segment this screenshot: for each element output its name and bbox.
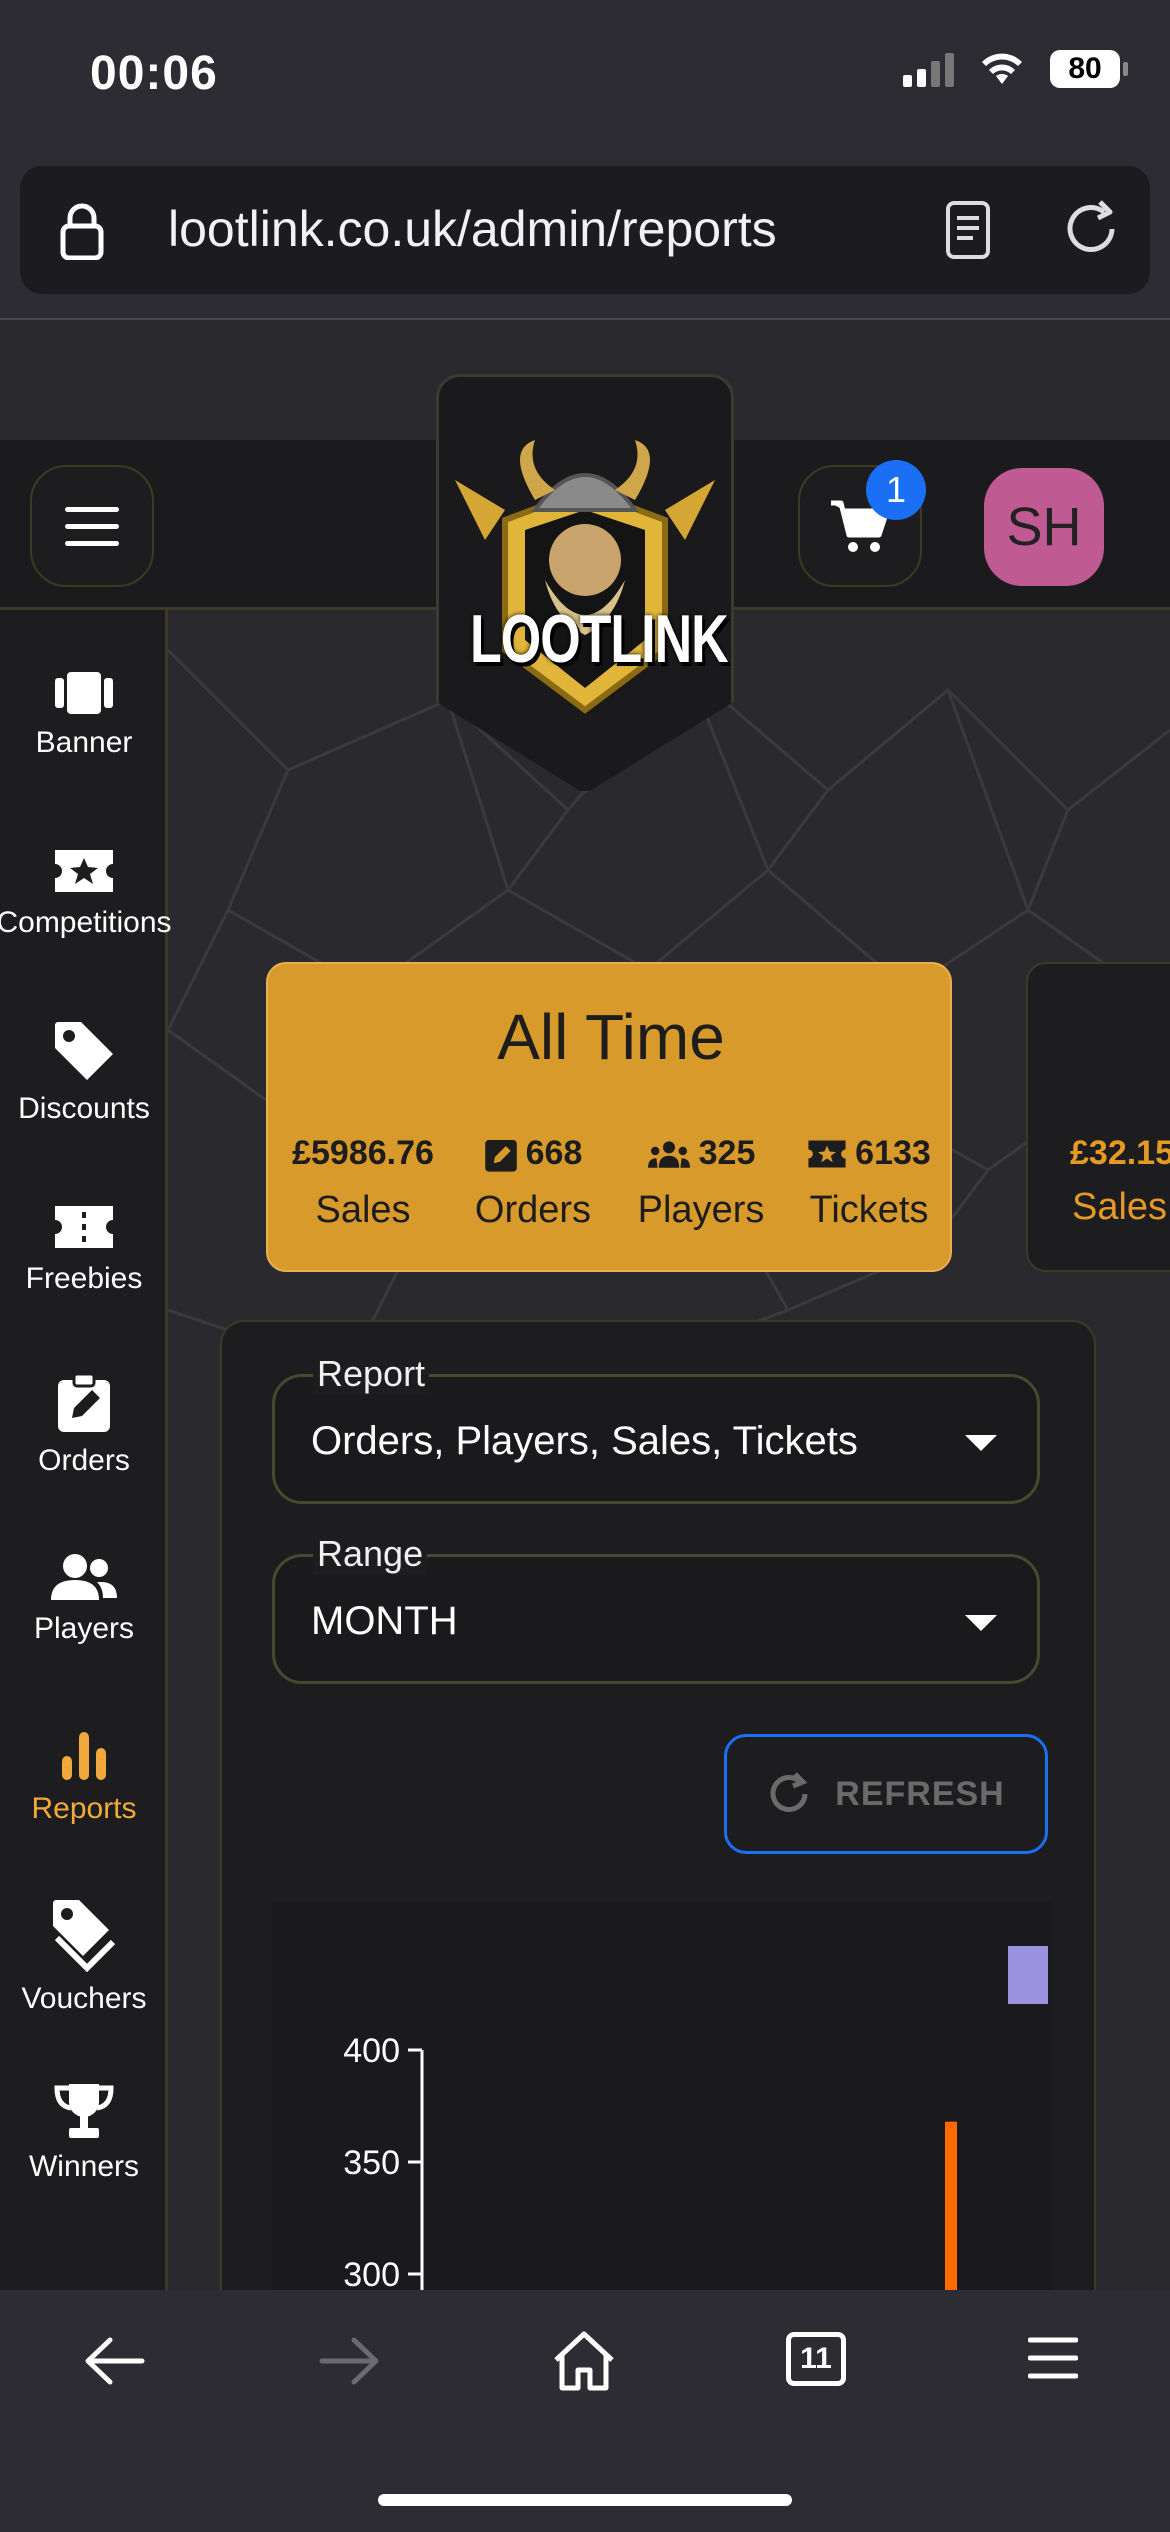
sidebar-item-vouchers[interactable]: Vouchers — [0, 1898, 168, 2016]
status-time: 00:06 — [90, 47, 218, 100]
home-icon[interactable] — [550, 2330, 618, 2392]
tag-icon — [55, 1022, 113, 1080]
banner-icon — [55, 672, 113, 714]
user-avatar[interactable]: SH — [984, 468, 1104, 586]
range-select-value: MONTH — [311, 1599, 458, 1643]
sidebar-item-competitions[interactable]: Competitions — [0, 846, 172, 940]
sidebar-item-label: Freebies — [25, 1262, 143, 1295]
star-ticket-icon — [55, 850, 113, 892]
stat-value: 6133 — [855, 1134, 931, 1172]
report-select-label: Report — [313, 1353, 430, 1395]
stat-orders: 668 Orders — [458, 1134, 608, 1232]
y-tick-label: 300 — [343, 2256, 400, 2290]
legend-swatch[interactable] — [1008, 1946, 1048, 2004]
card-title: All Time — [497, 1001, 725, 1073]
next-summary-card[interactable]: £32.15 Sales — [1026, 962, 1170, 1272]
stat-value: 325 — [698, 1134, 756, 1172]
sidebar-item-label: Banner — [35, 726, 133, 759]
refresh-icon — [770, 1772, 808, 1812]
reload-icon[interactable] — [1060, 198, 1122, 260]
wifi-icon — [982, 53, 1022, 84]
sidebar-item-label: Orders — [38, 1444, 130, 1477]
sidebar-item-label: Vouchers — [21, 1982, 147, 2015]
report-chart: 400 350 300 — [272, 1902, 1052, 2290]
hamburger-line — [65, 540, 119, 546]
all-time-summary-card[interactable]: All Time £5986.76 Sales 668 Orders 325 P… — [266, 962, 952, 1272]
bar-chart-icon — [62, 1732, 106, 1780]
sidebar-item-reports[interactable]: Reports — [0, 1730, 168, 1826]
refresh-button[interactable]: REFRESH — [724, 1734, 1048, 1854]
hamburger-icon — [65, 506, 119, 512]
stat-value: 668 — [525, 1134, 583, 1172]
sidebar-item-banner[interactable]: Banner — [0, 670, 168, 760]
cart-count-badge: 1 — [866, 460, 926, 520]
sidebar-item-label: Winners — [28, 2150, 140, 2183]
sidebar-item-label: Competitions — [0, 906, 172, 939]
range-select[interactable]: Range MONTH — [272, 1533, 1040, 1684]
sidebar-item-orders[interactable]: Orders — [0, 1372, 168, 1478]
battery-icon: 80 — [1050, 50, 1128, 88]
logo-emblem — [440, 380, 730, 760]
stat-players: 325 Players — [626, 1134, 776, 1232]
url-text[interactable]: lootlink.co.uk/admin/reports — [168, 200, 777, 258]
tags-icon — [53, 1900, 116, 1972]
sidebar-item-winners[interactable]: Winners — [0, 2082, 168, 2184]
stat-label: Players — [637, 1189, 765, 1231]
stat-label: Sales — [1072, 1186, 1168, 1228]
clipboard-edit-icon — [484, 1139, 517, 1172]
trophy-icon — [54, 2084, 114, 2138]
status-bar: 00:06 80 — [0, 0, 1170, 150]
stat-label: Orders — [474, 1189, 592, 1231]
users-icon — [51, 1554, 117, 1600]
report-panel: Report Orders, Players, Sales, Tickets R… — [220, 1320, 1096, 2290]
web-page: 1 SH LOOTLINK Banner Competitions Discou… — [0, 320, 1170, 2290]
status-icons: 80 — [903, 50, 1128, 88]
users-icon — [647, 1140, 690, 1168]
logo-text: LOOTLINK — [470, 602, 729, 678]
sidebar-item-label: Discounts — [18, 1092, 150, 1125]
refresh-label: REFRESH — [835, 1774, 1005, 1813]
stat-sales: £5986.76 Sales — [288, 1134, 438, 1232]
stat-value: £5986.76 — [292, 1134, 434, 1172]
sidebar-item-freebies[interactable]: Freebies — [0, 1202, 168, 1296]
chart-bar — [945, 2121, 957, 2290]
tabs-button[interactable]: 11 — [786, 2332, 846, 2386]
stat-value-row: 668 — [458, 1134, 608, 1173]
sidebar-item-players[interactable]: Players — [0, 1552, 168, 1646]
stat-value-row: 325 — [626, 1134, 776, 1173]
star-ticket-icon — [808, 1140, 846, 1167]
stat-label: Sales — [315, 1189, 411, 1231]
stat-value: £32.15 — [1070, 1134, 1170, 1172]
ticket-icon — [55, 1206, 113, 1248]
stat-tickets: 6133 Tickets — [794, 1134, 944, 1232]
range-select-label: Range — [313, 1533, 428, 1575]
back-icon[interactable] — [84, 2336, 146, 2386]
forward-icon[interactable] — [318, 2336, 380, 2386]
stat-value-row: 6133 — [794, 1134, 944, 1173]
home-indicator — [378, 2494, 792, 2506]
caret-down-icon — [965, 1435, 997, 1451]
sidebar-item-label: Reports — [31, 1792, 137, 1825]
lock-icon — [60, 203, 104, 260]
caret-down-icon — [965, 1615, 997, 1631]
sidebar-item-discounts[interactable]: Discounts — [0, 1020, 168, 1126]
menu-icon[interactable] — [1028, 2336, 1078, 2380]
stat-label: Tickets — [809, 1189, 929, 1231]
sidebar-item-label: Players — [33, 1612, 135, 1645]
cellular-signal-icon — [903, 51, 954, 87]
y-tick-label: 350 — [343, 2144, 400, 2182]
reader-mode-icon[interactable] — [945, 200, 991, 260]
y-tick-label: 400 — [343, 2032, 400, 2070]
report-select-value: Orders, Players, Sales, Tickets — [311, 1419, 858, 1463]
address-bar[interactable]: lootlink.co.uk/admin/reports — [20, 166, 1150, 294]
menu-button[interactable] — [30, 465, 154, 587]
hamburger-line — [65, 523, 119, 529]
y-ticks: 400 350 300 — [343, 2032, 422, 2290]
chart-svg: 400 350 300 — [343, 1946, 1048, 2290]
report-select[interactable]: Report Orders, Players, Sales, Tickets — [272, 1353, 1040, 1504]
clipboard-edit-icon — [58, 1372, 110, 1432]
